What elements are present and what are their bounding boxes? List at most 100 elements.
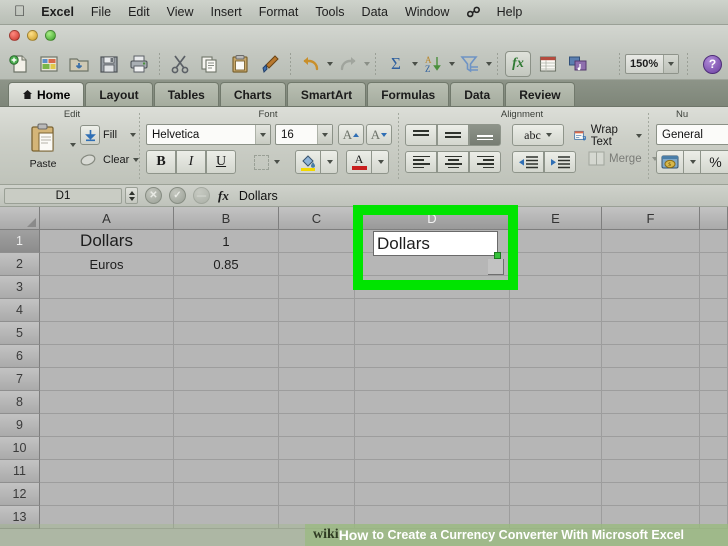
grid-cell[interactable] (700, 483, 728, 506)
grid-cell[interactable] (279, 368, 355, 391)
grid-cell[interactable] (174, 391, 279, 414)
menu-item-tools[interactable]: Tools (315, 5, 344, 19)
grid-cell[interactable] (279, 391, 355, 414)
filter-icon[interactable] (457, 51, 483, 77)
wrap-text-button[interactable]: Wrap Text (574, 124, 642, 148)
sheet-view-icon[interactable] (535, 51, 561, 77)
grid-cell[interactable] (700, 276, 728, 299)
borders-dropdown-caret[interactable] (274, 160, 280, 164)
grid-cell[interactable] (700, 253, 728, 276)
grid-cell[interactable] (355, 414, 510, 437)
grid-cell[interactable] (602, 437, 700, 460)
grid-cell[interactable] (700, 322, 728, 345)
align-left-button[interactable] (405, 151, 437, 173)
borders-button[interactable] (246, 150, 288, 174)
row-header-10[interactable]: 10 (0, 437, 40, 460)
row-header-2[interactable]: 2 (0, 253, 40, 276)
grid-cell[interactable] (174, 460, 279, 483)
row-header-7[interactable]: 7 (0, 368, 40, 391)
menu-item-window[interactable]: Window (405, 5, 449, 19)
filter-dropdown-caret[interactable] (486, 62, 492, 66)
row-header-5[interactable]: 5 (0, 322, 40, 345)
menu-item-file[interactable]: File (91, 5, 111, 19)
grid-cell[interactable] (40, 437, 174, 460)
format-painter-icon[interactable] (257, 51, 283, 77)
menu-item-data[interactable]: Data (362, 5, 388, 19)
bold-button[interactable]: B (146, 150, 176, 174)
fill-color-dropdown[interactable] (321, 150, 338, 174)
align-bottom-button[interactable] (469, 124, 501, 146)
grid-cell[interactable] (700, 230, 728, 253)
row-header-3[interactable]: 3 (0, 276, 40, 299)
row-header-9[interactable]: 9 (0, 414, 40, 437)
grid-cell[interactable] (279, 483, 355, 506)
grid-cell[interactable] (602, 368, 700, 391)
grid-cell[interactable] (602, 299, 700, 322)
zoom-dropdown-caret[interactable] (663, 55, 678, 73)
fx-icon[interactable]: fx (218, 188, 229, 204)
grid-cell[interactable] (279, 276, 355, 299)
grid-cell[interactable] (510, 276, 602, 299)
grid-cell[interactable] (700, 299, 728, 322)
grid-cell[interactable] (510, 414, 602, 437)
open-folder-icon[interactable] (66, 51, 92, 77)
zoom-button[interactable] (45, 30, 56, 41)
grid-cell[interactable] (602, 483, 700, 506)
copy-icon[interactable] (197, 51, 223, 77)
formula-builder-icon[interactable]: fx (505, 51, 531, 77)
column-header-e[interactable]: E (510, 207, 602, 230)
minimize-button[interactable] (27, 30, 38, 41)
grid-cell[interactable] (279, 345, 355, 368)
cell-a2[interactable]: Euros (40, 253, 174, 276)
sort-dropdown-caret[interactable] (449, 62, 455, 66)
column-header-f[interactable]: F (602, 207, 700, 230)
active-cell-d1[interactable]: Dollars (373, 231, 498, 256)
paste-dropdown-caret[interactable] (70, 143, 76, 147)
cell-b1[interactable]: 1 (174, 230, 279, 253)
grid-cell[interactable] (355, 437, 510, 460)
tab-charts[interactable]: Charts (219, 82, 286, 106)
paste-button[interactable]: Paste (20, 123, 66, 179)
grid-cell[interactable] (510, 299, 602, 322)
column-header-g[interactable] (700, 207, 728, 230)
grid-cell[interactable] (510, 483, 602, 506)
align-top-button[interactable] (405, 124, 437, 146)
grid-cell[interactable] (510, 230, 602, 253)
name-box-stepper[interactable] (125, 187, 138, 204)
number-format-select[interactable]: General (656, 124, 728, 145)
font-color-dropdown[interactable] (372, 150, 389, 174)
grid-cell[interactable] (279, 322, 355, 345)
fill-handle[interactable] (494, 252, 501, 259)
cell-a1[interactable]: Dollars (40, 230, 174, 253)
media-browser-icon[interactable] (565, 51, 591, 77)
menu-item-excel[interactable]: Excel (41, 5, 74, 19)
column-header-c[interactable]: C (279, 207, 355, 230)
grid-cell[interactable] (355, 483, 510, 506)
grid-cell[interactable] (510, 345, 602, 368)
grid-cell[interactable] (279, 299, 355, 322)
grid-cell[interactable] (510, 322, 602, 345)
grid-cell[interactable] (279, 437, 355, 460)
tab-data[interactable]: Data (450, 82, 505, 106)
grid-cell[interactable] (174, 276, 279, 299)
grid-cell[interactable] (40, 368, 174, 391)
grid-cell[interactable] (279, 253, 355, 276)
redo-dropdown-caret[interactable] (364, 62, 370, 66)
grid-cell[interactable] (355, 322, 510, 345)
grid-cell[interactable] (40, 483, 174, 506)
font-size-select[interactable]: 16 (275, 124, 333, 145)
clear-button[interactable]: Clear (80, 152, 140, 168)
grow-font-button[interactable]: A (338, 124, 364, 145)
grid-cell[interactable] (602, 391, 700, 414)
shrink-font-button[interactable]: A (366, 124, 392, 145)
orientation-dropdown-caret[interactable] (545, 133, 552, 137)
grid-cell[interactable] (40, 414, 174, 437)
help-button[interactable]: ? (703, 54, 722, 74)
grid-cell[interactable] (602, 460, 700, 483)
font-color-button[interactable]: A (346, 150, 372, 174)
tab-smartart[interactable]: SmartArt (286, 82, 367, 106)
cancel-entry-button[interactable]: ✕ (145, 187, 162, 204)
grid-cell[interactable] (602, 322, 700, 345)
grid-cell[interactable] (602, 414, 700, 437)
accept-entry-button[interactable]: ✓ (169, 187, 186, 204)
